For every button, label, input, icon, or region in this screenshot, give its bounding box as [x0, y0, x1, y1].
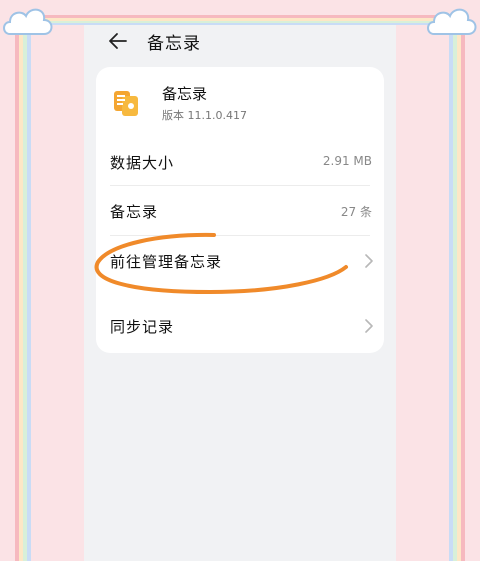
manage-notes-label: 前往管理备忘录 — [110, 253, 223, 271]
cloud-decoration-right — [427, 8, 477, 35]
notes-count-row: 备忘录 27 条 — [96, 187, 384, 235]
phone-screen: 备忘录 备忘录 版本 11.1.0.417 数据大小 2.91 MB 备忘录 2… — [84, 25, 396, 561]
cloud-decoration-left — [3, 8, 53, 35]
notes-count-label: 备忘录 — [110, 203, 159, 221]
header-bar: 备忘录 — [84, 25, 396, 63]
notes-app-icon — [108, 85, 144, 121]
sync-record-row[interactable]: 同步记录 — [96, 299, 384, 353]
decorative-frame-top — [30, 15, 450, 25]
page-title: 备忘录 — [147, 34, 201, 54]
sync-record-label: 同步记录 — [110, 318, 175, 336]
decorative-frame-left — [15, 18, 31, 561]
divider — [110, 235, 370, 236]
data-size-label: 数据大小 — [110, 154, 175, 172]
manage-notes-row[interactable]: 前往管理备忘录 — [96, 237, 384, 285]
decorative-frame-right — [449, 18, 465, 561]
notes-count-value: 27 条 — [340, 205, 372, 219]
data-size-value: 2.91 MB — [322, 154, 372, 168]
app-name: 备忘录 — [162, 85, 208, 103]
sync-record-inner: 同步记录 — [96, 302, 384, 350]
chevron-right-icon — [365, 254, 373, 268]
data-size-row: 数据大小 2.91 MB — [96, 138, 384, 186]
chevron-right-icon — [365, 319, 373, 333]
app-version: 版本 11.1.0.417 — [162, 109, 247, 122]
divider — [110, 185, 370, 186]
back-arrow-icon[interactable] — [108, 31, 128, 51]
